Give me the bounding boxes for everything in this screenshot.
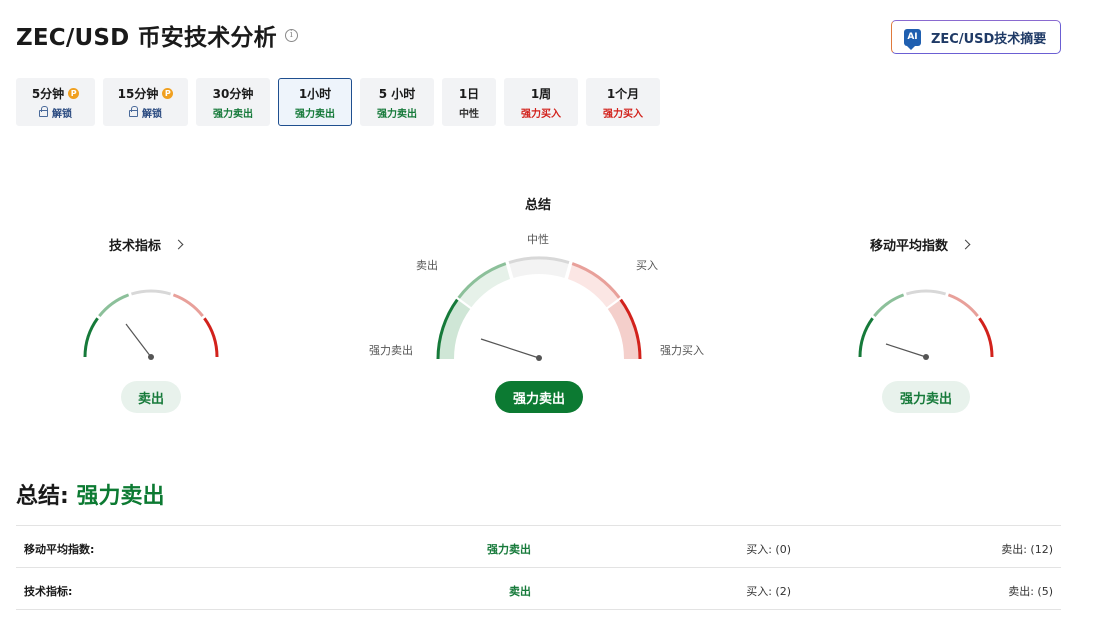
row-sell-count: 卖出: (5) [1008,585,1053,598]
tab-signal: 强力卖出 [377,108,417,120]
gauge-label-strong-sell: 强力卖出 [369,344,413,357]
tab-label: 1日 [458,86,480,101]
ai-icon: AI [904,28,921,50]
tab-signal: 强力卖出 [213,108,253,120]
table-row: 移动平均指数: 强力卖出 买入: (0) 卖出: (12) [16,526,1061,568]
pro-icon: P [162,87,174,99]
timeframe-tabs: 5分钟 P 解锁 15分钟 P 解锁 30分钟 强力卖出 1小时 强力卖出 5 小时… [16,78,668,126]
tab-5hour[interactable]: 5 小时 强力卖出 [360,78,434,126]
tab-label: 1周 [530,86,552,101]
tab-1hour[interactable]: 1小时 强力卖出 [278,78,352,126]
tab-1day[interactable]: 1日 中性 [442,78,496,126]
tab-label: 5分钟 [31,86,65,101]
row-name: 移动平均指数: [24,543,95,556]
tab-signal: 强力买入 [603,108,643,120]
gauge-pivot [536,355,542,361]
summary-table: 移动平均指数: 强力卖出 买入: (0) 卖出: (12) 技术指标: 卖出 买… [16,525,1061,610]
tab-label: 1小时 [298,86,332,101]
tab-signal: 中性 [459,108,479,120]
row-buy-count: 买入: (2) [746,585,791,598]
tab-label: 30分钟 [212,86,254,101]
gauge-needle [480,338,540,359]
tab-label: 5 小时 [378,86,416,101]
ai-summary-label: ZEC/USD技术摘要 [931,31,1047,47]
gauge-label-neutral: 中性 [527,233,549,246]
technical-gauge [83,289,219,360]
gauge-label-strong-buy: 强力买入 [660,344,704,357]
technical-indicators-title: 技术指标 [109,239,162,254]
chevron-right-icon [960,239,971,250]
lock-icon [129,105,138,117]
summary-gauge-title: 总结 [525,198,552,213]
tab-15min[interactable]: 15分钟 P 解锁 [103,78,188,126]
row-name: 技术指标: [24,585,73,598]
moving-averages-link[interactable]: 移动平均指数 [870,235,971,254]
tab-unlock-text: 解锁 [52,108,72,120]
tab-30min[interactable]: 30分钟 强力卖出 [196,78,270,126]
moving-averages-result-badge: 强力卖出 [882,381,970,413]
tab-signal: 强力卖出 [295,108,335,120]
gauge-pivot [923,354,929,360]
summary-headline: 总结: 强力卖出 [16,478,165,510]
tab-label: 1个月 [606,86,640,101]
page-title: ZEC/USD 币安技术分析 [16,25,277,51]
technical-result-badge: 卖出 [121,381,181,413]
row-sell-count: 卖出: (12) [1001,543,1053,556]
row-signal: 强力卖出 [487,543,531,556]
tab-label: 15分钟 [117,86,159,101]
tab-5min[interactable]: 5分钟 P 解锁 [16,78,95,126]
gauge-needle [885,343,927,358]
gauge-needle [125,323,152,358]
moving-averages-gauge [858,289,994,360]
chevron-right-icon [173,239,184,250]
tab-1month[interactable]: 1个月 强力买入 [586,78,660,126]
pro-icon: P [68,87,80,99]
tab-signal: 强力买入 [521,108,561,120]
table-row: 技术指标: 卖出 买入: (2) 卖出: (5) [16,568,1061,610]
tab-unlock-text: 解锁 [142,108,162,120]
ai-summary-button[interactable]: AI ZEC/USD技术摘要 [891,20,1061,54]
summary-gauge [436,256,642,361]
tab-1week[interactable]: 1周 强力买入 [504,78,578,126]
moving-averages-title: 移动平均指数 [870,239,949,254]
lock-icon [39,105,48,117]
info-icon[interactable]: i [284,28,298,42]
summary-value: 强力卖出 [76,484,165,509]
title-row: ZEC/USD 币安技术分析 i [16,18,298,52]
technical-indicators-link[interactable]: 技术指标 [109,235,184,254]
summary-label: 总结: [16,484,69,509]
row-buy-count: 买入: (0) [746,543,791,556]
gauge-pivot [148,354,154,360]
row-signal: 卖出 [509,585,531,598]
summary-result-badge: 强力卖出 [495,381,583,413]
